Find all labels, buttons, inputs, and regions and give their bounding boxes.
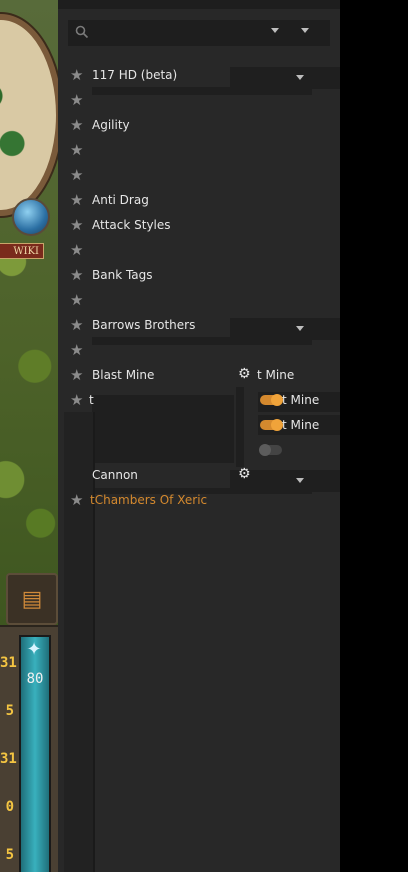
- toggle-switch[interactable]: [260, 419, 283, 431]
- plugin-row-blast-mine[interactable]: ★ Blast Mine ⚙ t Mine: [58, 363, 340, 388]
- star-icon[interactable]: ★: [70, 93, 85, 108]
- game-viewport[interactable]: WIKI ▤ 31 5 31 0 5 ✦ 80: [0, 0, 58, 872]
- star-icon[interactable]: ★: [70, 268, 85, 283]
- panel-topbar: [58, 0, 340, 9]
- gear-icon[interactable]: ⚙: [238, 467, 253, 482]
- plugin-name: Agility: [92, 118, 130, 132]
- plugin-row-anti-drag[interactable]: ★ Anti Drag: [58, 188, 340, 213]
- orb-column: 31 5 31 0 5: [0, 627, 17, 872]
- window-background: [340, 0, 408, 872]
- plugin-name: t: [89, 393, 94, 407]
- plugin-name: tChambers Of Xeric: [90, 493, 208, 507]
- star-icon[interactable]: ★: [70, 293, 85, 308]
- star-icon[interactable]: ★: [70, 493, 85, 508]
- plugin-name: Anti Drag: [92, 193, 149, 207]
- quest-book-icon[interactable]: ▤: [6, 573, 58, 625]
- plugin-list-panel: ★ 117 HD (beta) ★ ★ Agility ★ ★ ★ Anti D…: [58, 0, 340, 872]
- plugin-name: Blast Mine: [92, 368, 155, 382]
- sparkle-icon: ✦: [26, 639, 42, 660]
- plugin-row-barrows-brothers[interactable]: ★ Barrows Brothers: [58, 313, 340, 338]
- plugin-name: 117 HD (beta): [92, 68, 178, 82]
- search-input[interactable]: [68, 20, 330, 46]
- plugin-row-bank-tags[interactable]: ★ Bank Tags: [58, 263, 340, 288]
- plugin-row[interactable]: ★: [58, 238, 340, 263]
- orb-value: 5: [5, 703, 14, 719]
- toggle-label: t Mine: [282, 418, 320, 432]
- toggle-switch[interactable]: [259, 444, 282, 456]
- orb-value: 31: [0, 655, 17, 671]
- plugin-name: Attack Styles: [92, 218, 171, 232]
- config-label: t Mine: [257, 368, 295, 382]
- star-icon[interactable]: ★: [70, 118, 85, 133]
- star-icon[interactable]: ★: [70, 168, 85, 183]
- run-energy-value: 80: [26, 671, 44, 687]
- orbs-panel: 31 5 31 0 5 ✦ 80: [0, 625, 58, 872]
- orb-value: 5: [5, 847, 14, 863]
- plugin-row-attack-styles[interactable]: ★ Attack Styles: [58, 213, 340, 238]
- plugin-row[interactable]: ★: [58, 138, 340, 163]
- plugin-name: Bank Tags: [92, 268, 153, 282]
- orb-value: 0: [5, 799, 14, 815]
- orb-value: 31: [0, 751, 17, 767]
- toggle-knob: [259, 444, 271, 456]
- plugin-row[interactable]: ★: [58, 88, 340, 113]
- plugin-row-agility[interactable]: ★ Agility: [58, 113, 340, 138]
- star-icon[interactable]: ★: [70, 218, 85, 233]
- search-icon: [75, 25, 89, 39]
- minimap[interactable]: [0, 14, 58, 216]
- star-icon[interactable]: ★: [70, 243, 85, 258]
- star-icon[interactable]: ★: [70, 318, 85, 333]
- world-map-globe-icon[interactable]: [12, 198, 50, 236]
- star-icon[interactable]: ★: [70, 343, 85, 358]
- wiki-button[interactable]: WIKI: [0, 243, 44, 259]
- chevron-down-icon[interactable]: [271, 28, 279, 33]
- plugin-row-117-hd[interactable]: ★ 117 HD (beta): [58, 63, 340, 88]
- plugin-name: Barrows Brothers: [92, 318, 196, 332]
- plugin-row[interactable]: ★: [58, 338, 340, 363]
- toggle-label: t Mine: [282, 393, 320, 407]
- star-icon[interactable]: ★: [70, 143, 85, 158]
- toggle-switch[interactable]: [260, 394, 283, 406]
- plugin-row[interactable]: ★: [58, 288, 340, 313]
- star-icon[interactable]: ★: [70, 193, 85, 208]
- plugin-row[interactable]: ★: [58, 163, 340, 188]
- star-icon[interactable]: ★: [70, 368, 85, 383]
- plugin-row-cannon[interactable]: Cannon ⚙: [58, 463, 340, 488]
- star-icon[interactable]: ★: [70, 68, 85, 83]
- plugin-name: Cannon: [92, 468, 138, 482]
- chevron-down-icon[interactable]: [301, 28, 309, 33]
- screen: WIKI ▤ 31 5 31 0 5 ✦ 80 ★ 117 HD (beta) …: [0, 0, 408, 872]
- plugin-row-chambers-of-xeric[interactable]: ★ tChambers Of Xeric: [58, 488, 340, 513]
- gear-icon[interactable]: ⚙: [238, 367, 253, 382]
- star-icon[interactable]: ★: [70, 393, 85, 408]
